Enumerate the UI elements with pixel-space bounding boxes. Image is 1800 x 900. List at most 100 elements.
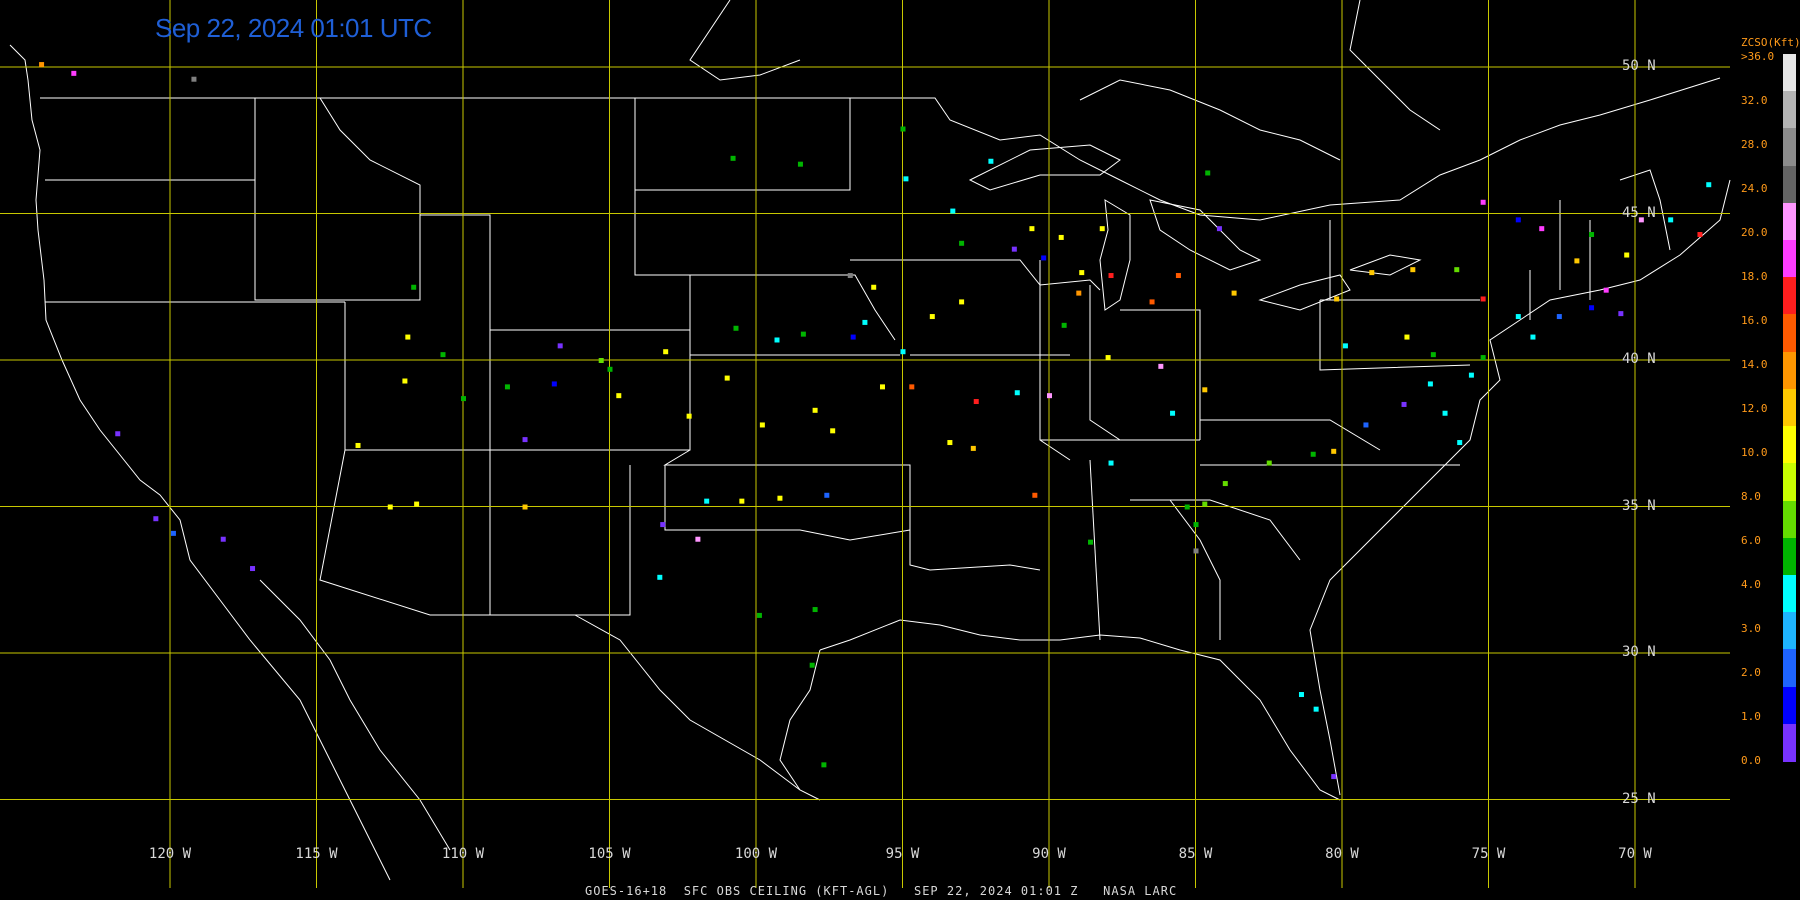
observation-point — [115, 431, 121, 437]
observation-point — [1331, 448, 1337, 454]
observation-point — [850, 334, 856, 340]
longitude-label: 115 W — [295, 846, 338, 862]
legend-swatch — [1783, 574, 1796, 613]
latitude-label: 25 N — [1622, 790, 1656, 807]
legend-tick-label: 10.0 — [1741, 446, 1768, 459]
observation-point — [1363, 422, 1369, 428]
observation-point — [1457, 440, 1463, 446]
observation-point — [724, 375, 730, 381]
observation-point — [1515, 217, 1521, 223]
observation-point — [1216, 226, 1222, 232]
legend-tick-label: 6.0 — [1741, 534, 1761, 547]
observation-point — [220, 536, 226, 542]
observation-point — [355, 442, 361, 448]
observation-point — [988, 158, 994, 164]
observation-point — [1313, 706, 1319, 712]
longitude-label: 90 W — [1032, 846, 1066, 862]
observation-point — [686, 413, 692, 419]
observation-point — [1310, 451, 1316, 457]
observation-point — [1430, 352, 1436, 358]
observation-point — [557, 343, 563, 349]
observation-point — [1193, 548, 1199, 554]
observation-point — [830, 428, 836, 434]
observation-point — [170, 530, 176, 536]
observation-point — [1603, 287, 1609, 293]
observation-point — [929, 314, 935, 320]
observation-point — [1032, 492, 1038, 498]
observation-point — [1149, 299, 1155, 305]
legend-swatch — [1783, 649, 1796, 688]
longitude-label: 105 W — [588, 846, 631, 862]
legend-swatch — [1783, 202, 1796, 241]
observation-point — [191, 76, 197, 82]
observation-point — [1014, 390, 1020, 396]
observation-point — [1480, 296, 1486, 302]
legend-swatch — [1783, 165, 1796, 204]
observation-point — [1342, 343, 1348, 349]
observation-point — [1589, 305, 1595, 311]
legend-swatch — [1783, 314, 1796, 353]
legend-swatch — [1783, 277, 1796, 316]
observation-point — [522, 437, 528, 443]
observation-point — [1298, 692, 1304, 698]
observation-point — [821, 762, 827, 768]
observation-point — [39, 62, 45, 68]
observation-point — [1202, 501, 1208, 507]
observation-point — [900, 126, 906, 132]
observation-point — [1108, 273, 1114, 279]
observation-point — [1061, 322, 1067, 328]
legend-tick-label: 12.0 — [1741, 402, 1768, 415]
observation-point — [1530, 334, 1536, 340]
observation-point — [959, 240, 965, 246]
observation-point — [551, 381, 557, 387]
legend-tick-label: 2.0 — [1741, 666, 1761, 679]
legend-tick-label: 20.0 — [1741, 226, 1768, 239]
observation-point — [1539, 226, 1545, 232]
observation-point — [900, 349, 906, 355]
observation-point — [1088, 539, 1094, 545]
observation-point — [387, 504, 393, 510]
observation-point — [1454, 267, 1460, 273]
observation-point — [797, 161, 803, 167]
legend-tick-label: 3.0 — [1741, 622, 1761, 635]
longitude-label: 85 W — [1178, 846, 1213, 862]
legend-tick-label: 8.0 — [1741, 490, 1761, 503]
observation-point — [250, 566, 256, 572]
observation-point — [812, 607, 818, 613]
longitude-label: 75 W — [1471, 846, 1506, 862]
footer-caption: GOES-16+18 SFC OBS CEILING (KFT-AGL) SEP… — [585, 884, 1178, 898]
observation-point — [1058, 234, 1064, 240]
legend-swatch — [1783, 240, 1796, 279]
legend-tick-label: 24.0 — [1741, 182, 1768, 195]
observation-point — [1480, 355, 1486, 361]
observation-point — [695, 536, 701, 542]
latitude-label: 35 N — [1622, 497, 1656, 514]
observation-point — [1706, 182, 1712, 188]
observation-point — [1442, 410, 1448, 416]
observation-point — [1047, 393, 1052, 399]
legend-swatch — [1783, 686, 1796, 725]
legend-tick-label: 0.0 — [1741, 754, 1761, 767]
observation-point — [847, 273, 853, 279]
legend-title: ZCSO(Kft) — [1741, 36, 1800, 49]
observation-point — [461, 396, 466, 402]
observation-point — [414, 501, 420, 507]
observation-point — [1668, 217, 1674, 223]
observation-point — [733, 325, 739, 331]
observation-point — [903, 176, 909, 182]
legend-tick-label: 32.0 — [1741, 94, 1768, 107]
legend-tick-label: 28.0 — [1741, 138, 1768, 151]
observation-point — [522, 504, 528, 510]
observation-point — [1369, 270, 1375, 276]
legend-color-bar — [1783, 54, 1796, 762]
legend-swatch — [1783, 537, 1796, 576]
legend-swatch — [1783, 91, 1796, 130]
legend-top-label: >36.0 — [1741, 50, 1775, 63]
observation-point — [909, 384, 915, 390]
observation-point — [871, 284, 877, 290]
observation-point — [800, 331, 806, 337]
legend-swatch — [1783, 426, 1796, 465]
observation-point — [1011, 246, 1017, 252]
observation-point — [1205, 170, 1211, 176]
observation-point — [970, 445, 976, 451]
